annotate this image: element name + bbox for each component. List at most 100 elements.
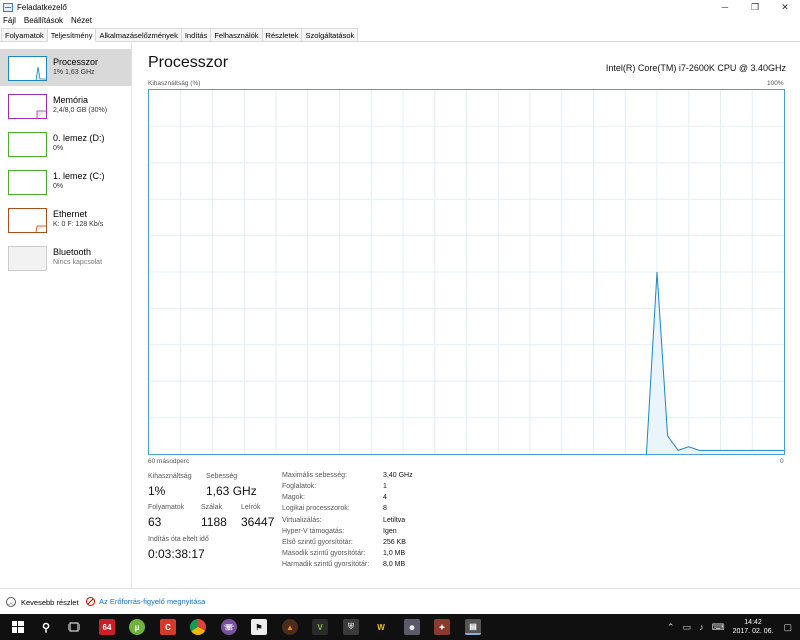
utilization-value: 1%	[148, 484, 166, 498]
tab-performance[interactable]: Teljesítmény	[46, 28, 97, 42]
cpu-utilization-line	[645, 271, 784, 454]
uptime-label: Indítás óta eltelt idő	[148, 536, 209, 543]
sidebar-item-disk-d[interactable]: 0. lemez (D:) 0%	[0, 125, 131, 162]
spec-value: Letiltva	[383, 517, 406, 524]
spec-label: Foglalatok:	[282, 483, 317, 490]
cpu-graph-svg	[149, 90, 784, 454]
uptime-value: 0:03:38:17	[148, 547, 205, 561]
aida64-icon[interactable]: 64	[99, 619, 115, 635]
x-axis-min-label: 0	[780, 458, 784, 465]
sidebar-item-value: 2,4/8,0 GB (30%)	[53, 107, 108, 114]
viber-icon[interactable]: ☏	[221, 619, 237, 635]
sidebar-item-label: 1. lemez (C:)	[53, 171, 105, 181]
title-bar: Feladatkezelő ─ ❐ ✕	[0, 0, 800, 14]
spec-label: Magok:	[282, 494, 305, 501]
memory-thumbnail	[8, 94, 47, 119]
spec-value: 256 KB	[383, 539, 406, 546]
menu-bar: Fájl Beállítások Nézet	[0, 14, 100, 27]
task-manager-icon	[3, 2, 13, 12]
sidebar-item-ethernet[interactable]: Ethernet K: 0 F: 128 Kb/s	[0, 201, 131, 238]
sidebar-item-bluetooth[interactable]: Bluetooth Nincs kapcsolat	[0, 239, 131, 276]
cpu-mini-graph	[35, 66, 46, 81]
task-view-icon[interactable]	[66, 619, 82, 635]
shield-icon[interactable]: ⛨	[343, 619, 359, 635]
counter-strike-icon[interactable]: ⚑	[251, 619, 267, 635]
page-title: Processzor	[148, 54, 229, 71]
bluetooth-thumbnail	[8, 246, 47, 271]
resource-monitor-label: Az Erőforrás-figyelő megnyitása	[99, 597, 206, 606]
cpu-model-name: Intel(R) Core(TM) i7-2600K CPU @ 3.40GHz	[605, 63, 786, 73]
minimize-button[interactable]: ─	[710, 0, 740, 14]
chevron-up-icon: ︿	[6, 597, 16, 607]
disk-c-thumbnail	[8, 170, 47, 195]
menu-view[interactable]: Nézet	[71, 16, 92, 25]
resource-monitor-icon	[86, 597, 95, 606]
notification-icon[interactable]: ▢	[783, 622, 792, 633]
window-title: Feladatkezelő	[17, 2, 67, 12]
cpu-thumbnail	[8, 56, 47, 81]
speed-label: Sebesség	[206, 473, 238, 480]
utorrent-icon[interactable]: µ	[129, 619, 145, 635]
sidebar-item-value: K: 0 F: 128 Kb/s	[53, 221, 104, 228]
memory-mini-graph	[36, 110, 46, 118]
ethernet-thumbnail	[8, 208, 47, 233]
sidebar-item-cpu[interactable]: Processzor 1% 1,63 GHz	[0, 49, 131, 86]
sidebar-item-value: 1% 1,63 GHz	[53, 69, 95, 76]
y-axis-label: Kihasználtság (%)	[148, 80, 201, 87]
maximize-button[interactable]: ❐	[740, 0, 770, 14]
threads-label: Szálak	[201, 504, 223, 511]
search-icon[interactable]: ⚲	[38, 619, 54, 635]
tab-details[interactable]: Részletek	[261, 28, 303, 41]
game-launcher-icon[interactable]: ▲	[282, 619, 298, 635]
sidebar-item-label: Bluetooth	[53, 247, 92, 257]
ethernet-mini-graph	[35, 225, 46, 233]
spec-label: Harmadik szintű gyorsítótár:	[282, 561, 370, 568]
task-manager-taskbar-icon[interactable]: ▤	[465, 619, 481, 635]
volume-icon[interactable]: ♪	[699, 622, 704, 632]
spec-value: 8	[383, 505, 387, 512]
threads-value: 1188	[201, 515, 227, 529]
sidebar-item-label: Processzor	[53, 57, 99, 67]
game-art-icon[interactable]: ✦	[434, 619, 450, 635]
menu-options[interactable]: Beállítások	[24, 16, 63, 25]
sidebar-item-value: Nincs kapcsolat	[53, 259, 103, 266]
resource-monitor-link[interactable]: Az Erőforrás-figyelő megnyitása	[86, 597, 205, 606]
chevron-up-tray-icon[interactable]: ⌃	[667, 622, 675, 633]
tab-services[interactable]: Szolgáltatások	[301, 28, 359, 41]
window-controls: ─ ❐ ✕	[710, 0, 800, 14]
spec-value: 1	[383, 483, 387, 490]
clock-date: 2017. 02. 06.	[732, 628, 774, 635]
sidebar-item-value: 0%	[53, 183, 64, 190]
start-windows-icon[interactable]	[10, 619, 26, 635]
clock[interactable]: 14:42 2017. 02. 06.	[733, 618, 774, 636]
system-tray: ⌃ ▭ ♪ ⌨ 14:42 2017. 02. 06. ▢	[667, 614, 800, 640]
windows-logo-icon	[12, 621, 24, 633]
spec-label: Logikai processzorok:	[282, 505, 350, 512]
sidebar-item-label: Ethernet	[53, 209, 88, 219]
tab-processes[interactable]: Folyamatok	[1, 28, 48, 41]
network-icon[interactable]: ▭	[683, 622, 692, 633]
chrome-icon[interactable]	[190, 619, 206, 635]
winamp-icon[interactable]: W	[373, 619, 389, 635]
spec-value: Igen	[383, 528, 397, 535]
tab-startup[interactable]: Indítás	[180, 28, 212, 41]
keyboard-icon[interactable]: ⌨	[712, 622, 725, 633]
tab-app-history[interactable]: Alkalmazáselőzmények	[95, 28, 182, 41]
handles-value: 36447	[241, 515, 275, 529]
tab-bar: Folyamatok Teljesítmény Alkalmazáselőzmé…	[0, 28, 800, 42]
taskbar: ⚲ 64 µ C ☏ ⚑ ▲ V ⛨ W ☻ ✦ ▤ ⌃ ▭ ♪ ⌨ 14:42…	[0, 614, 800, 640]
fewer-details-button[interactable]: ︿ Kevesebb részlet	[6, 597, 79, 607]
footer-bar: ︿ Kevesebb részlet Az Erőforrás-figyelő …	[0, 588, 800, 614]
menu-file[interactable]: Fájl	[3, 16, 16, 25]
gta-icon[interactable]: V	[312, 619, 328, 635]
game-portrait-icon[interactable]: ☻	[404, 619, 420, 635]
speed-value: 1,63 GHz	[206, 484, 257, 498]
ccleaner-icon[interactable]: C	[160, 619, 176, 635]
handles-label: Leírók	[241, 504, 261, 511]
sidebar-item-disk-c[interactable]: 1. lemez (C:) 0%	[0, 163, 131, 200]
processes-value: 63	[148, 515, 162, 529]
sidebar-item-memory[interactable]: Memória 2,4/8,0 GB (30%)	[0, 87, 131, 124]
close-button[interactable]: ✕	[770, 0, 800, 14]
spec-value: 4	[383, 494, 387, 501]
tab-users[interactable]: Felhasználók	[210, 28, 263, 41]
